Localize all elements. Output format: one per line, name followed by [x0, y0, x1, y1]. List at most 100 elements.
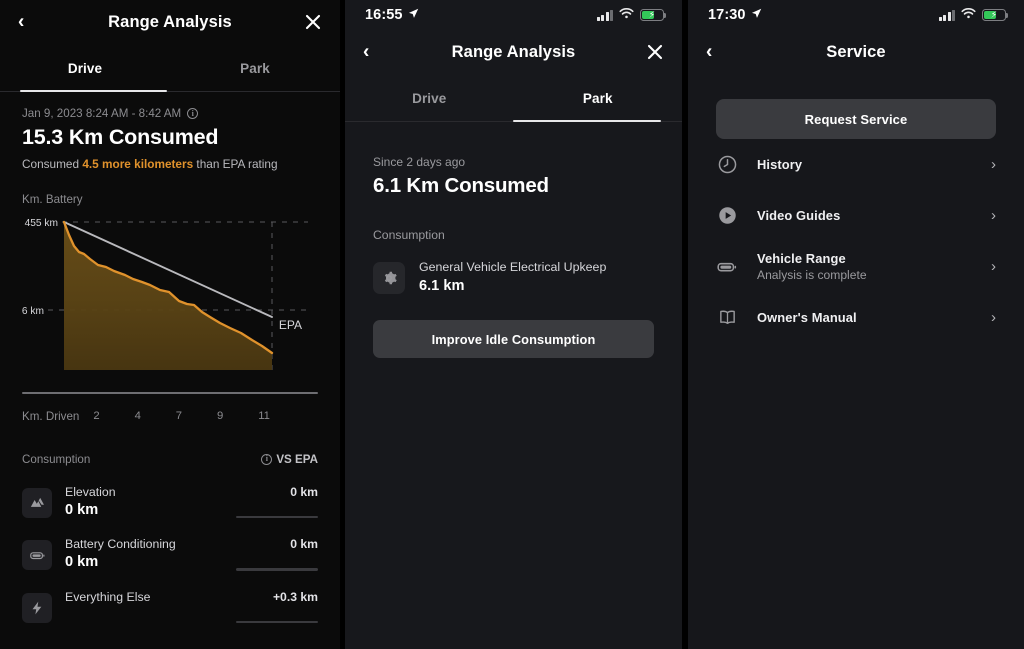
- statusbar-left: 17:30: [708, 7, 762, 23]
- panel-service: 17:30 ⚡ ‹ Service Request Service Histor…: [688, 0, 1024, 649]
- wifi-icon: [619, 7, 634, 23]
- page-title: Range Analysis: [108, 12, 232, 31]
- back-chevron-icon[interactable]: ‹: [706, 43, 712, 62]
- upkeep-name: General Vehicle Electrical Upkeep: [419, 260, 607, 274]
- row-bar: [236, 568, 318, 571]
- chevron-right-icon: ›: [991, 207, 996, 224]
- consumption-row-elevation-delta: 0 km: [236, 485, 318, 519]
- xtick-0: 2: [93, 410, 100, 423]
- location-arrow-icon: [408, 7, 419, 23]
- improve-idle-consumption-button[interactable]: Improve Idle Consumption: [373, 320, 654, 358]
- statusbar-right: ⚡: [596, 7, 667, 23]
- panel1-body: Jan 9, 2023 8:24 AM - 8:42 AM i 15.3 Km …: [0, 107, 340, 624]
- mountain-icon: [22, 487, 52, 518]
- row-value: 0 km: [65, 501, 99, 518]
- battery-charging-icon: ⚡: [640, 9, 667, 21]
- vs-epa-toggle[interactable]: i VS EPA: [261, 453, 318, 466]
- panel2-body: Since 2 days ago 6.1 Km Consumed Consump…: [345, 155, 682, 358]
- consumption-row-everything-else-text: Everything Else: [65, 590, 223, 607]
- x-axis-title: Km. Driven: [22, 409, 80, 423]
- consumption-row-everything-else-delta: +0.3 km: [236, 590, 318, 624]
- subline-pre: Consumed: [22, 157, 83, 171]
- row-delta: 0 km: [290, 484, 318, 499]
- consumption-row-battery-conditioning[interactable]: Battery Conditioning 0 km 0 km: [22, 537, 318, 571]
- xtick-3: 9: [217, 410, 224, 423]
- panel1-tabs: Drive Park: [0, 44, 340, 92]
- gear-icon: [373, 262, 405, 294]
- row-subtitle: Analysis is complete: [757, 268, 867, 282]
- xtick-1: 4: [134, 410, 141, 423]
- three-panel-screenshot: ‹ Range Analysis Drive Park Jan 9, 2023 …: [0, 0, 1024, 649]
- service-row-video-guides[interactable]: Video Guides ›: [716, 190, 996, 241]
- consumption-title: Consumption: [373, 228, 445, 242]
- consumption-row-everything-else[interactable]: Everything Else +0.3 km: [22, 590, 318, 624]
- service-row-history[interactable]: History ›: [716, 139, 996, 190]
- row-value: 0 km: [65, 554, 99, 571]
- chevron-right-icon: ›: [991, 309, 996, 326]
- service-row-history-text: History: [757, 157, 972, 172]
- tab-park-label: Park: [240, 60, 270, 76]
- consumption-row-upkeep[interactable]: General Vehicle Electrical Upkeep 6.1 km: [373, 260, 654, 294]
- tab-park[interactable]: Park: [170, 44, 340, 92]
- chart-area-fill: [64, 222, 272, 370]
- location-arrow-icon: [751, 7, 762, 23]
- tab-park-label: Park: [582, 90, 613, 106]
- request-service-button[interactable]: Request Service: [716, 99, 996, 139]
- row-title: Vehicle Range: [757, 251, 846, 266]
- panel3-body: Request Service History › Video Guides ›…: [688, 99, 1024, 343]
- service-row-video-guides-text: Video Guides: [757, 208, 972, 223]
- upkeep-text: General Vehicle Electrical Upkeep 6.1 km: [419, 260, 606, 294]
- since-label: Since 2 days ago: [373, 155, 466, 169]
- back-chevron-icon[interactable]: ‹: [363, 43, 369, 62]
- tab-active-indicator: [513, 119, 661, 122]
- row-name: Everything Else: [65, 589, 151, 604]
- tab-active-indicator: [20, 89, 167, 92]
- battery-charging-icon: ⚡: [982, 9, 1009, 21]
- chevron-right-icon: ›: [991, 156, 996, 173]
- consumed-headline: 6.1 Km Consumed: [373, 174, 549, 197]
- row-bar: [236, 620, 318, 624]
- play-circle-icon: [716, 205, 738, 227]
- consumption-row-elevation[interactable]: Elevation 0 km 0 km: [22, 485, 318, 519]
- book-icon: [716, 307, 738, 329]
- consumed-headline: 15.3 Km Consumed: [22, 125, 219, 149]
- row-delta: 0 km: [290, 537, 318, 552]
- statusbar-time: 16:55: [365, 7, 403, 23]
- back-chevron-icon[interactable]: ‹: [18, 13, 24, 32]
- vs-epa-info-icon: i: [261, 453, 273, 465]
- tab-drive[interactable]: Drive: [345, 74, 514, 122]
- close-icon[interactable]: [304, 13, 322, 31]
- vs-epa-label: VS EPA: [276, 452, 318, 466]
- service-row-owners-manual[interactable]: Owner's Manual ›: [716, 292, 996, 343]
- date-range-text: Jan 9, 2023 8:24 AM - 8:42 AM: [22, 107, 182, 120]
- x-axis-ticks: 2 4 7 9 11: [79, 410, 318, 422]
- statusbar-left: 16:55: [365, 7, 419, 23]
- epa-label: EPA: [278, 318, 302, 332]
- consumption-row-elevation-text: Elevation 0 km: [65, 485, 223, 518]
- date-range-row: Jan 9, 2023 8:24 AM - 8:42 AM i: [22, 107, 318, 120]
- chart-baseline: [22, 392, 318, 394]
- cellular-signal-icon: [596, 9, 613, 21]
- service-row-vehicle-range-text: Vehicle Range Analysis is complete: [757, 251, 972, 282]
- tab-drive[interactable]: Drive: [0, 44, 170, 92]
- close-icon[interactable]: [646, 43, 664, 61]
- clock-icon: [716, 154, 738, 176]
- chevron-right-icon: ›: [991, 258, 996, 275]
- charging-bolt-icon: ⚡: [990, 9, 998, 20]
- panel2-navbar: ‹ Range Analysis: [345, 30, 682, 74]
- panel1-navbar: ‹ Range Analysis: [0, 0, 340, 44]
- panel-range-analysis-drive: ‹ Range Analysis Drive Park Jan 9, 2023 …: [0, 0, 340, 649]
- info-icon[interactable]: i: [187, 108, 199, 119]
- tab-park[interactable]: Park: [514, 74, 683, 122]
- page-title: Range Analysis: [451, 42, 576, 61]
- consumption-row-battery-text: Battery Conditioning 0 km: [65, 537, 223, 570]
- chart-y-axis-title: Km. Battery: [22, 193, 83, 206]
- row-bar: [236, 515, 318, 519]
- lightning-icon: [22, 592, 52, 623]
- service-row-vehicle-range[interactable]: Vehicle Range Analysis is complete ›: [716, 241, 996, 292]
- ytick-455: 455 km: [25, 218, 58, 229]
- row-name: Battery Conditioning: [65, 537, 176, 552]
- battery-icon: [22, 540, 52, 571]
- battery-icon: [716, 256, 738, 278]
- panel2-statusbar: 16:55 ⚡: [345, 0, 682, 30]
